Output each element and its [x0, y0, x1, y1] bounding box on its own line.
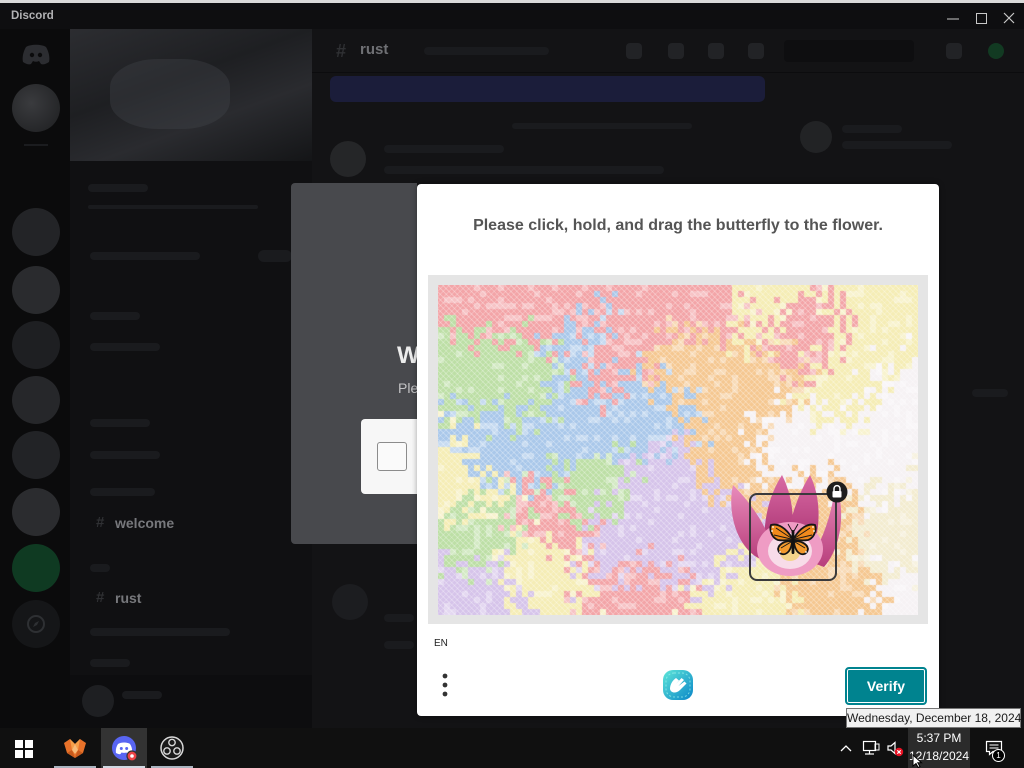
dim-content-line: [842, 141, 952, 149]
notification-bell-icon[interactable]: [668, 43, 684, 59]
captcha-checkbox[interactable]: [377, 442, 407, 471]
dim-badge: [258, 250, 292, 262]
orange-fox-app-icon: [64, 739, 86, 758]
server-icon[interactable]: [12, 84, 60, 132]
verification-modal: W Ple: [291, 183, 417, 544]
notification-count-badge: 1: [992, 749, 1005, 762]
older-messages-bar[interactable]: [330, 76, 765, 102]
dim-content-line: [972, 389, 1008, 397]
members-icon[interactable]: [748, 43, 764, 59]
clock-tooltip: Wednesday, December 18, 2024: [846, 708, 1021, 728]
challenge-canvas[interactable]: [438, 285, 918, 615]
dim-content-line: [90, 488, 155, 496]
chat-header: # rust: [312, 29, 1024, 73]
channel-title: rust: [360, 41, 389, 58]
app-title: Discord: [11, 10, 54, 22]
modal-subtext: Ple: [398, 380, 417, 396]
taskbar-app-obs[interactable]: [149, 728, 195, 768]
channel-item-rust[interactable]: rust: [115, 590, 141, 606]
challenge-prompt: Please click, hold, and drag the butterf…: [473, 217, 883, 234]
action-center-button[interactable]: 1: [980, 728, 1008, 768]
discord-home-icon[interactable]: [20, 39, 52, 67]
title-bar[interactable]: Discord: [0, 3, 1024, 29]
threads-icon[interactable]: [626, 43, 642, 59]
hcaptcha-logo-icon: [663, 670, 693, 700]
mouse-cursor-icon: [912, 754, 923, 768]
more-vertical-icon[interactable]: [439, 672, 451, 698]
server-icon[interactable]: [12, 431, 60, 479]
chevron-up-icon[interactable]: [839, 741, 853, 755]
dim-content-line: [424, 47, 549, 55]
help-icon[interactable]: [988, 43, 1004, 59]
avatar: [800, 121, 832, 153]
start-button[interactable]: [0, 728, 48, 768]
taskbar: 5:37 PM 12/18/2024 1: [0, 728, 1024, 768]
compass-icon: [27, 615, 45, 633]
avatar: [330, 141, 366, 177]
dim-content-line: [122, 691, 162, 699]
discord-app-icon: [112, 736, 138, 762]
server-icon[interactable]: [12, 488, 60, 536]
dim-content-line: [384, 145, 504, 153]
avatar[interactable]: [82, 685, 114, 717]
channel-item-welcome[interactable]: welcome: [115, 515, 174, 531]
hash-icon: #: [336, 41, 347, 61]
windows-logo-icon: [15, 740, 33, 758]
dim-content-line: [90, 659, 130, 667]
captcha-widget: [361, 419, 417, 494]
pin-icon[interactable]: [708, 43, 724, 59]
taskbar-app-orange[interactable]: [52, 728, 98, 768]
server-banner: [70, 29, 312, 161]
dim-content-line: [90, 419, 150, 427]
search-input[interactable]: [784, 40, 914, 62]
explore-servers-button[interactable]: [12, 600, 60, 648]
dim-content-line: [384, 166, 664, 174]
dim-content-line: [88, 184, 148, 192]
captcha-challenge-dialog: Please click, hold, and drag the butterf…: [417, 184, 939, 716]
modal-heading: W: [397, 342, 417, 369]
dim-content-line: [90, 564, 110, 572]
server-list: [0, 29, 70, 728]
inbox-icon[interactable]: [946, 43, 962, 59]
dim-content-line: [384, 641, 414, 649]
server-icon[interactable]: [12, 544, 60, 592]
hash-icon: #: [96, 589, 105, 606]
hash-icon: #: [96, 514, 105, 531]
network-icon[interactable]: [862, 740, 880, 756]
server-icon[interactable]: [12, 266, 60, 314]
boost-progress: [88, 205, 258, 209]
server-divider: [24, 144, 48, 146]
avatar: [332, 584, 368, 620]
language-selector[interactable]: EN: [434, 638, 448, 650]
channel-sidebar: # welcome # rust: [70, 29, 312, 728]
volume-muted-icon[interactable]: [886, 740, 904, 758]
lock-icon: [826, 481, 848, 503]
server-icon[interactable]: [12, 376, 60, 424]
user-panel: [70, 675, 312, 728]
server-icon[interactable]: [12, 321, 60, 369]
dim-content-line: [90, 451, 160, 459]
clock-time: 5:37 PM: [916, 731, 962, 745]
dim-content-line: [90, 628, 230, 636]
dim-content-line: [384, 614, 414, 622]
taskbar-app-discord[interactable]: [101, 728, 147, 768]
dim-content-line: [512, 123, 692, 129]
butterfly-icon: [769, 523, 817, 556]
dim-content-line: [842, 125, 902, 133]
server-icon[interactable]: [12, 208, 60, 256]
dim-content-line: [90, 343, 160, 351]
obs-app-icon: [160, 736, 184, 760]
dim-content-line: [90, 252, 200, 260]
dim-content-line: [90, 312, 140, 320]
verify-button[interactable]: Verify: [845, 667, 927, 705]
challenge-image-panel: [428, 275, 928, 624]
draggable-butterfly-piece[interactable]: [749, 493, 837, 581]
